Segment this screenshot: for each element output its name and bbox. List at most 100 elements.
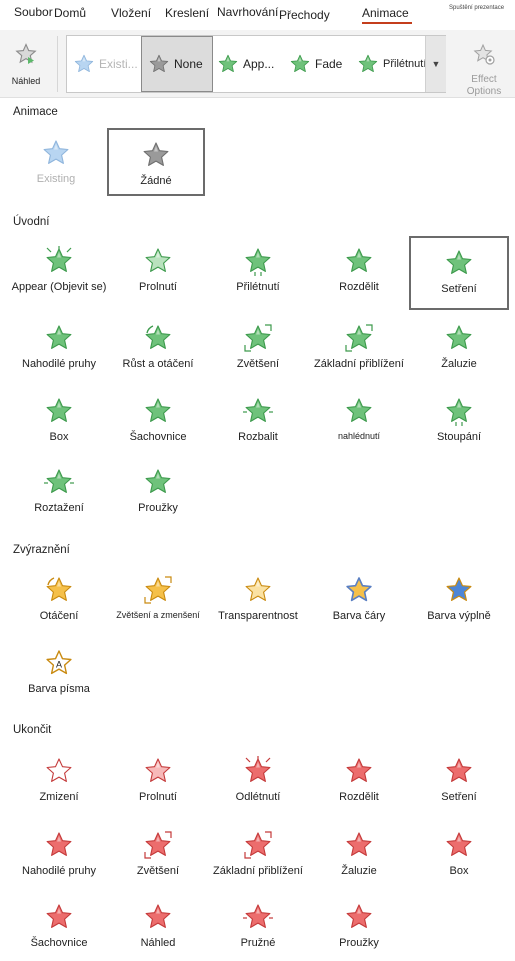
animation-item-label: Barva výplně — [427, 610, 491, 622]
star-green-bars-icon — [44, 323, 74, 353]
tab-home[interactable]: Domů — [54, 6, 86, 20]
animation-item-star-red-bars[interactable]: Nahodilé pruhy — [9, 820, 109, 894]
animation-item-star-green-zoom[interactable]: Zvětšení — [208, 313, 308, 387]
animation-item-star-green-checkerboard[interactable]: Šachovnice — [108, 386, 208, 460]
animation-item-star-green-rise[interactable]: Stoupání — [409, 386, 509, 460]
star-gray-icon — [141, 140, 171, 170]
gallery-item-existing[interactable]: Existi... — [69, 36, 139, 92]
star-yellow-font-color-icon: A — [44, 648, 74, 678]
tab-insert[interactable]: Vložení — [111, 6, 151, 20]
tab-transitions[interactable]: Přechody — [279, 8, 330, 22]
animation-item-star-gray[interactable]: Žádné — [107, 128, 205, 196]
animation-item-label: Roztažení — [34, 502, 84, 514]
animation-item-star-green-bars[interactable]: Nahodilé pruhy — [9, 313, 109, 387]
ribbon-separator — [57, 36, 58, 92]
ribbon-tabs: Soubor Domů Vložení Kreslení Navrhování … — [0, 0, 515, 30]
preview-button[interactable]: Náhled — [4, 34, 48, 92]
gallery-item-fly-in[interactable]: Přilétnutí — [355, 36, 425, 92]
effect-options-icon — [472, 42, 496, 66]
star-green-box-icon — [44, 396, 74, 426]
animation-gallery: Existi... None App... Fade Přilétnutí ▼ — [66, 35, 446, 93]
star-green-icon — [289, 53, 311, 75]
star-red-peek-icon — [143, 902, 173, 932]
section-title-entrance: Úvodní — [13, 216, 50, 228]
section-title-exit: Ukončit — [13, 724, 52, 736]
animation-item-star-green-peek[interactable]: nahlédnutí — [309, 386, 409, 460]
animation-item-star-blue[interactable]: Existing — [7, 128, 105, 196]
effect-options-label: Effect Options — [466, 74, 502, 96]
star-green-basic-zoom-icon — [344, 323, 374, 353]
star-red-checkerboard-icon — [44, 902, 74, 932]
animation-item-label: Základní přiblížení — [213, 865, 303, 877]
animation-item-star-green-split[interactable]: Rozdělit — [309, 236, 409, 310]
tab-slideshow[interactable]: Spuštění prezentace — [449, 5, 504, 11]
gallery-more-button[interactable]: ▼ — [425, 36, 446, 92]
animation-item-star-yellow-spin[interactable]: Otáčení — [9, 565, 109, 639]
animation-item-label: Žaluzie — [441, 358, 477, 370]
tab-design[interactable]: Navrhování — [217, 5, 278, 19]
effect-options-button[interactable]: Effect Options — [456, 34, 512, 96]
animation-item-label: Appear (Objevit se) — [11, 281, 107, 293]
animation-item-label: Zvětšení — [236, 358, 280, 370]
star-red-fly-out-icon — [243, 756, 273, 786]
animation-item-star-green-expand[interactable]: Rozbalit — [208, 386, 308, 460]
animation-item-star-red-bounce[interactable]: Pružné — [208, 892, 308, 961]
animation-item-star-red-wipe[interactable]: Setření — [409, 746, 509, 820]
animation-item-label: Barva čáry — [332, 610, 386, 622]
animation-item-star-yellow-fill-color[interactable]: Barva výplně — [409, 565, 509, 639]
animation-item-label: Šachovnice — [129, 431, 187, 443]
star-green-burst-icon — [44, 246, 74, 276]
animation-item-star-red-fade[interactable]: Prolnutí — [108, 746, 208, 820]
animation-item-star-green-strips[interactable]: Proužky — [108, 457, 208, 531]
tab-file[interactable]: Soubor — [14, 5, 53, 19]
star-green-icon — [357, 53, 379, 75]
animation-item-star-yellow-font-color[interactable]: A Barva písma — [9, 638, 109, 712]
star-yellow-line-color-icon — [344, 575, 374, 605]
star-green-fade-icon — [143, 246, 173, 276]
animation-item-star-green-basic-zoom[interactable]: Základní přiblížení — [309, 313, 409, 387]
animation-item-star-green-fade[interactable]: Prolnutí — [108, 236, 208, 310]
animation-item-label: Žaluzie — [341, 865, 377, 877]
animation-item-star-red-fly-out[interactable]: Odlétnutí — [208, 746, 308, 820]
animation-item-star-red-box[interactable]: Box — [409, 820, 509, 894]
gallery-item-none[interactable]: None — [141, 36, 213, 92]
animation-item-star-red-zoom[interactable]: Zvětšení — [108, 820, 208, 894]
animation-item-star-green-box[interactable]: Box — [9, 386, 109, 460]
animation-item-star-green-burst[interactable]: Appear (Objevit se) — [9, 236, 109, 310]
star-red-zoom-icon — [143, 830, 173, 860]
star-red-split-icon — [344, 756, 374, 786]
animation-item-star-red-basic-zoom[interactable]: Základní přiblížení — [208, 820, 308, 894]
gallery-item-appear[interactable]: App... — [215, 36, 283, 92]
animation-item-star-red-disappear[interactable]: Zmizení — [9, 746, 109, 820]
gallery-item-fade[interactable]: Fade — [287, 36, 351, 92]
animation-item-star-yellow-line-color[interactable]: Barva čáry — [309, 565, 409, 639]
star-green-split-icon — [344, 246, 374, 276]
animation-item-label: Nahodilé pruhy — [22, 358, 96, 370]
svg-text:A: A — [56, 660, 62, 670]
animation-item-label: Existing — [36, 173, 76, 185]
animation-item-star-red-blinds[interactable]: Žaluzie — [309, 820, 409, 894]
star-red-fade-icon — [143, 756, 173, 786]
animation-item-star-green-fly[interactable]: Přilétnutí — [208, 236, 308, 310]
animation-item-star-red-strips[interactable]: Proužky — [309, 892, 409, 961]
preview-label: Náhled — [11, 76, 41, 86]
star-red-disappear-icon — [44, 756, 74, 786]
animation-item-star-yellow-grow-shrink[interactable]: Zvětšení a zmenšení — [108, 565, 208, 639]
animation-item-star-green-grow-turn[interactable]: Růst a otáčení — [108, 313, 208, 387]
animation-item-star-green-wipe[interactable]: Setření — [409, 236, 509, 310]
animation-item-star-red-split[interactable]: Rozdělit — [309, 746, 409, 820]
tab-animations[interactable]: Animace — [362, 6, 409, 20]
animation-item-label: Základní přiblížení — [314, 358, 404, 370]
animation-item-star-red-checkerboard[interactable]: Šachovnice — [9, 892, 109, 961]
section-title-emphasis: Zvýraznění — [13, 544, 70, 556]
animation-item-star-green-stretch[interactable]: Roztažení — [9, 457, 109, 531]
animation-item-star-yellow-transparency[interactable]: Transparentnost — [208, 565, 308, 639]
animation-item-star-green-blinds[interactable]: Žaluzie — [409, 313, 509, 387]
star-yellow-grow-shrink-icon — [143, 575, 173, 605]
star-red-wipe-icon — [444, 756, 474, 786]
tab-draw[interactable]: Kreslení — [165, 6, 209, 20]
animation-item-label: Barva písma — [28, 683, 90, 695]
animation-item-label: Žádné — [140, 175, 172, 187]
animation-item-star-red-peek[interactable]: Náhled — [108, 892, 208, 961]
animation-item-label: Stoupání — [436, 431, 482, 443]
